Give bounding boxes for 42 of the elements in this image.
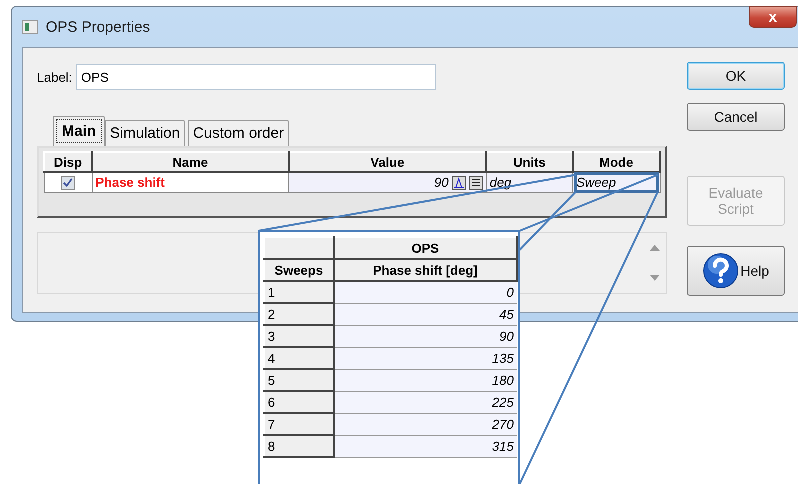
parameter-value: 90 [434, 175, 449, 190]
list-icon[interactable] [468, 176, 483, 190]
window-icon [22, 20, 38, 34]
column-header: Disp [44, 152, 92, 172]
tab[interactable]: Simulation [105, 120, 186, 146]
label-field[interactable]: OPS [76, 64, 436, 90]
table-cell: 315 [334, 435, 517, 457]
label-caption: Label: [37, 70, 72, 84]
row-number: 1 [264, 281, 334, 303]
table-cell: 270 [334, 413, 517, 435]
parameter-name: Phase shift [96, 175, 165, 190]
column-header: OPS [334, 237, 517, 259]
row-number: 8 [264, 435, 334, 457]
column-header: Phase shift [deg] [334, 259, 517, 281]
table-cell: 225 [334, 391, 517, 413]
window-title: OPS Properties [46, 18, 150, 36]
peak-icon[interactable] [452, 176, 466, 190]
question-mark-icon [702, 253, 739, 289]
column-header: Mode [572, 152, 660, 172]
column-header [264, 237, 334, 259]
table-cell: 90 [334, 325, 517, 347]
table-cell: 135 [334, 347, 517, 369]
column-header: Units [486, 152, 573, 172]
row-number: 3 [264, 325, 334, 347]
column-header: Sweeps [264, 259, 334, 281]
table-cell: 0 [334, 281, 517, 303]
table-cell: 45 [334, 303, 517, 325]
row-number: 6 [264, 391, 334, 413]
row-number: 2 [264, 303, 334, 325]
column-header: Name [92, 152, 289, 172]
row-number: 5 [264, 369, 334, 391]
checkbox[interactable] [61, 176, 76, 190]
row-number: 7 [264, 413, 334, 435]
close-button[interactable]: x [749, 6, 797, 28]
dialog-button[interactable]: Cancel [687, 103, 785, 131]
table-cell: 180 [334, 369, 517, 391]
tab[interactable]: Main [53, 116, 106, 146]
tab[interactable]: Custom order [188, 120, 290, 146]
dialog-button[interactable]: OK [687, 62, 785, 90]
row-number: 4 [264, 347, 334, 369]
column-header: Value [288, 152, 486, 172]
help-button[interactable]: Help [687, 246, 785, 296]
